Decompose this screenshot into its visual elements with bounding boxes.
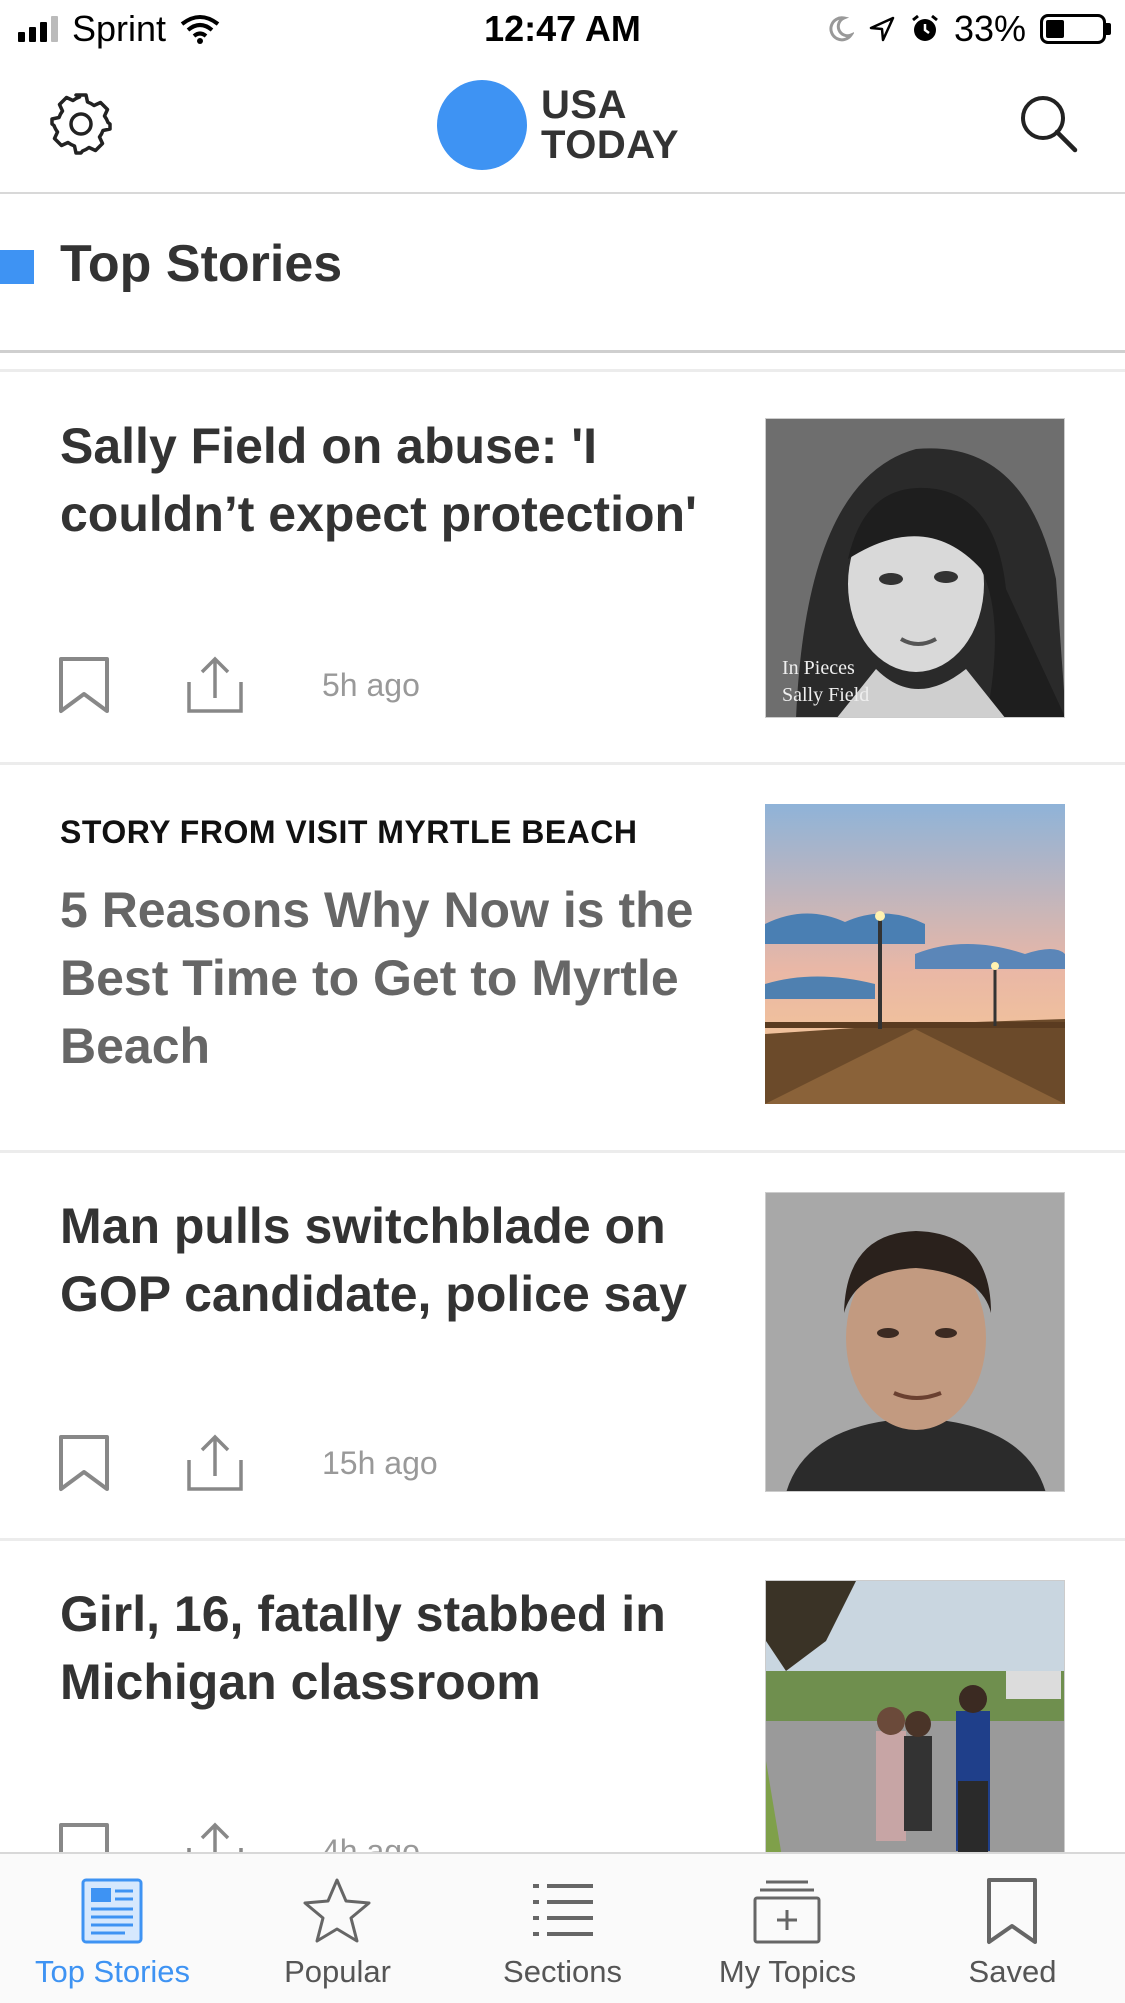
- article-actions: 15h ago: [58, 1434, 438, 1492]
- image-caption-2: Sally Field: [782, 684, 869, 706]
- sponsored-article-item[interactable]: STORY FROM VISIT MYRTLE BEACH 5 Reasons …: [0, 762, 1125, 1153]
- status-right: 33%: [826, 8, 1111, 50]
- pier-sunset-image: [765, 804, 1065, 1104]
- share-icon[interactable]: [186, 656, 244, 714]
- bookmark-icon[interactable]: [58, 656, 110, 714]
- bookmark-icon: [987, 1878, 1037, 1944]
- article-thumbnail[interactable]: [765, 804, 1065, 1104]
- section-marker: [0, 250, 34, 284]
- app-header: USA TODAY: [0, 62, 1125, 194]
- usa-today-logo: USA TODAY: [437, 80, 679, 170]
- article-title[interactable]: Man pulls switchblade on GOP candidate, …: [60, 1192, 740, 1328]
- article-timestamp: 5h ago: [322, 666, 420, 703]
- star-icon: [303, 1878, 371, 1943]
- newspaper-icon: [81, 1878, 143, 1944]
- tab-my-topics[interactable]: My Topics: [675, 1854, 900, 2003]
- section-header: Top Stories: [0, 194, 1125, 353]
- add-topic-icon: [753, 1880, 821, 1944]
- tab-label: Sections: [503, 1954, 622, 1989]
- logo-circle: [437, 80, 527, 170]
- logo-text: USA TODAY: [541, 85, 679, 165]
- article-thumbnail[interactable]: In Pieces Sally Field: [765, 418, 1065, 718]
- tab-popular[interactable]: Popular: [225, 1854, 450, 2003]
- battery-percent: 33%: [953, 8, 1026, 49]
- tab-saved[interactable]: Saved: [900, 1854, 1125, 2003]
- article-actions: 5h ago: [58, 656, 420, 714]
- mugshot-image: [766, 1193, 1064, 1491]
- article-thumbnail[interactable]: [765, 1192, 1065, 1492]
- tab-label: Top Stories: [34, 1954, 191, 1989]
- section-title: Top Stories: [60, 235, 343, 293]
- sponsor-label: STORY FROM VISIT MYRTLE BEACH: [60, 814, 638, 850]
- article-thumbnail[interactable]: [765, 1580, 1065, 1880]
- moon-icon: [829, 16, 854, 42]
- article-title[interactable]: 5 Reasons Why Now is the Best Time to Ge…: [60, 876, 740, 1080]
- battery-icon: [1040, 14, 1111, 44]
- share-icon[interactable]: [186, 1434, 244, 1492]
- tab-label: Popular: [284, 1954, 391, 1989]
- image-caption-1: In Pieces: [782, 657, 855, 679]
- logo-line-1: USA: [541, 83, 627, 127]
- search-icon[interactable]: [1017, 92, 1079, 154]
- battery-fill: [1046, 20, 1064, 38]
- tab-label: My Topics: [718, 1954, 857, 1989]
- location-arrow-icon: [869, 16, 895, 42]
- tab-label: Saved: [968, 1954, 1057, 1989]
- street-scene-image: [766, 1581, 1064, 1879]
- article-title[interactable]: Sally Field on abuse: 'I couldn’t expect…: [60, 412, 740, 548]
- article-item[interactable]: Sally Field on abuse: 'I couldn’t expect…: [0, 372, 1125, 765]
- alarm-icon: [912, 14, 938, 41]
- bookmark-icon[interactable]: [58, 1434, 110, 1492]
- logo-line-2: TODAY: [541, 123, 680, 167]
- tab-top-stories[interactable]: Top Stories: [0, 1854, 225, 2003]
- portrait-image: In Pieces Sally Field: [766, 419, 1064, 717]
- list-icon: [533, 1884, 593, 1936]
- article-title[interactable]: Girl, 16, fatally stabbed in Michigan cl…: [60, 1580, 740, 1716]
- tab-sections[interactable]: Sections: [450, 1854, 675, 2003]
- article-timestamp: 15h ago: [322, 1444, 438, 1481]
- status-bar: Sprint 12:47 AM 33%: [0, 0, 1125, 62]
- tab-bar: Top Stories Popular Sections My Topics S…: [0, 1852, 1125, 2003]
- article-item[interactable]: Man pulls switchblade on GOP candidate, …: [0, 1150, 1125, 1541]
- gear-icon[interactable]: [46, 89, 116, 159]
